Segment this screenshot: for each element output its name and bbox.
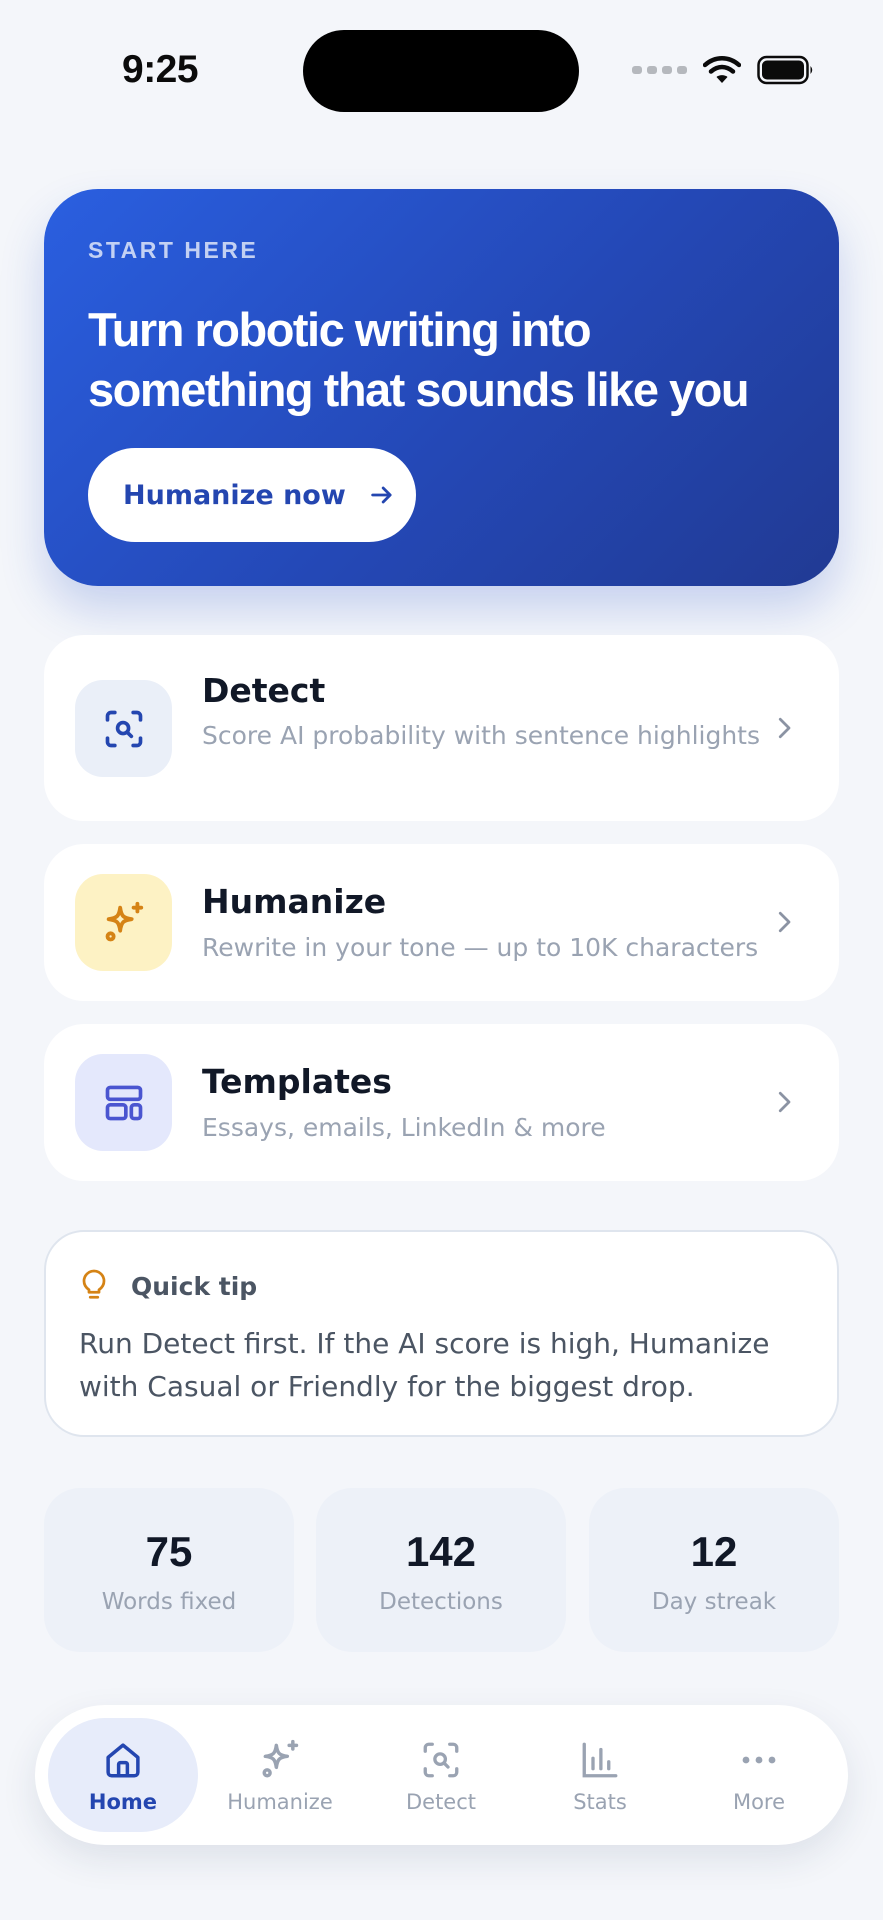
tab-label: Home [88,1790,158,1814]
humanize-icon-tile [75,874,172,971]
hero-title-line-2: something that sounds like you [88,363,750,416]
humanize-now-button[interactable]: Humanize now [88,448,416,542]
status-time: 9:25 [122,48,199,91]
scan-search-icon [366,1738,516,1782]
tab-humanize[interactable]: Humanize [205,1718,355,1832]
templates-card[interactable]: Templates Essays, emails, LinkedIn & mor… [44,1024,839,1181]
stat-words-fixed: 75 Words fixed [44,1488,294,1652]
templates-title: Templates [202,1062,392,1101]
tab-home[interactable]: Home [48,1718,198,1832]
battery-icon [757,55,813,85]
tab-more[interactable]: More [684,1718,834,1832]
stat-value: 75 [145,1528,193,1575]
stat-label: Detections [379,1589,503,1615]
detect-card[interactable]: Detect Score AI probability with sentenc… [44,635,839,821]
stat-label: Day streak [651,1589,777,1615]
humanize-subtitle: Rewrite in your tone — up to 10K charact… [202,933,759,962]
tab-label: Detect [405,1790,477,1814]
bar-chart-icon [525,1738,675,1782]
sparkle-icon [105,901,143,941]
more-icon [684,1738,834,1782]
hero-eyebrow: START HERE [88,237,259,263]
quick-tip-title: Quick tip [131,1271,258,1301]
quick-tip-card: Quick tip Run Detect first. If the AI sc… [44,1230,839,1437]
arrow-right-icon [371,486,392,504]
tab-label: More [732,1790,786,1814]
lightbulb-icon [82,1269,106,1299]
quick-tip-body: Run Detect first. If the AI score is hig… [79,1327,770,1403]
stat-label: Words fixed [101,1589,237,1615]
layout-icon [105,1085,142,1120]
bottom-tab-bar: Home Humanize Detect Stats More [35,1705,848,1845]
dynamic-island [303,30,579,112]
status-icons [632,52,815,88]
stat-day-streak: 12 Day streak [589,1488,839,1652]
stat-detections: 142 Detections [316,1488,566,1652]
templates-icon-tile [75,1054,172,1151]
tab-stats[interactable]: Stats [525,1718,675,1832]
tab-label: Stats [573,1790,627,1814]
chevron-right-icon [778,717,791,739]
hero-card: START HERE Turn robotic writing into som… [44,189,839,586]
status-bar: 9:25 [0,0,883,140]
humanize-title: Humanize [202,882,387,921]
humanize-card[interactable]: Humanize Rewrite in your tone — up to 10… [44,844,839,1001]
tab-detect[interactable]: Detect [366,1718,516,1832]
wifi-icon [703,56,741,83]
cellular-signal-icon [632,66,687,74]
quick-tip-header: Quick tip [79,1268,257,1304]
detect-icon-tile [75,680,172,777]
sparkle-icon [205,1738,355,1782]
hero-title: Turn robotic writing into something that… [88,300,795,420]
tab-label: Humanize [227,1790,333,1814]
templates-subtitle: Essays, emails, LinkedIn & more [202,1113,606,1142]
chevron-right-icon [778,1091,791,1113]
chevron-right-icon [778,911,791,933]
stat-value: 142 [405,1528,477,1575]
detect-title: Detect [202,671,326,710]
scan-search-icon [105,710,142,747]
humanize-now-label: Humanize now [123,479,346,511]
stat-value: 12 [690,1528,738,1575]
detect-subtitle: Score AI probability with sentence highl… [202,721,760,750]
home-icon [48,1738,198,1782]
hero-title-line-1: Turn robotic writing into [88,303,592,356]
